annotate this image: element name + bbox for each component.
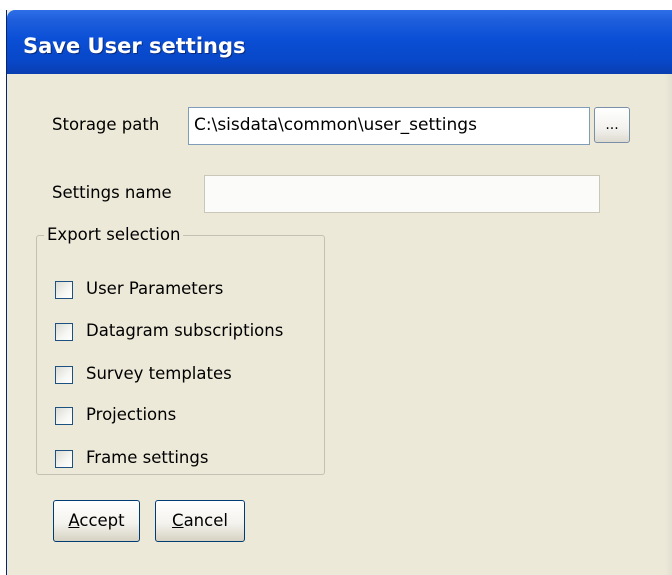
checkbox-label: Frame settings [86, 448, 209, 467]
settings-name-input[interactable] [204, 175, 600, 213]
title-bar[interactable]: Save User settings [7, 10, 672, 74]
window-title: Save User settings [23, 34, 246, 58]
cancel-button[interactable]: Cancel [155, 500, 245, 542]
checkbox-label: Projections [86, 405, 177, 424]
checkbox-label: Datagram subscriptions [86, 321, 284, 340]
accept-button[interactable]: Accept [53, 500, 140, 542]
settings-name-label: Settings name [52, 183, 172, 202]
export-selection-legend: Export selection [44, 225, 184, 244]
browse-button[interactable]: ... [594, 107, 630, 143]
cancel-label-rest: ancel [183, 511, 228, 530]
checkbox-box[interactable] [55, 450, 73, 468]
export-selection-group [36, 235, 325, 475]
checkbox-box[interactable] [55, 281, 73, 299]
accept-mnemonic: A [68, 511, 80, 530]
checkbox-box[interactable] [55, 323, 73, 341]
storage-path-label: Storage path [52, 115, 160, 134]
storage-path-input[interactable]: C:\sisdata\common\user_settings [188, 107, 590, 145]
checkbox-label: Survey templates [86, 364, 232, 383]
checkbox-box[interactable] [55, 407, 73, 425]
checkbox-box[interactable] [55, 366, 73, 384]
cancel-mnemonic: C [172, 511, 184, 530]
checkbox-label: User Parameters [86, 279, 224, 298]
window-edge [665, 74, 672, 575]
accept-label-rest: ccept [79, 511, 125, 530]
